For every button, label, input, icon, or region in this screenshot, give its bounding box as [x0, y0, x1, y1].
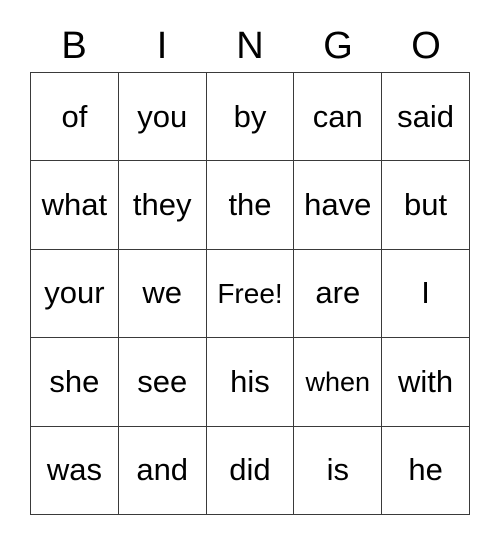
bingo-cell-b3[interactable]: your — [31, 249, 119, 339]
bingo-cell-o1[interactable]: said — [382, 73, 470, 162]
bingo-grid: of you by can said what they the have bu… — [30, 72, 470, 515]
bingo-cell-label: when — [305, 366, 371, 397]
bingo-cell-g2[interactable]: have — [294, 161, 383, 250]
bingo-cell-label: he — [408, 452, 443, 488]
bingo-cell-g4[interactable]: when — [294, 338, 383, 427]
bingo-cell-label: but — [404, 187, 448, 223]
bingo-cell-label: his — [230, 363, 270, 399]
bingo-cell-b1[interactable]: of — [31, 73, 119, 162]
bingo-cell-b2[interactable]: what — [31, 161, 119, 250]
bingo-cell-i3[interactable]: we — [118, 249, 207, 339]
bingo-cell-n1[interactable]: by — [206, 73, 295, 162]
bingo-cell-label: are — [315, 275, 361, 311]
bingo-cell-label: and — [136, 452, 189, 488]
bingo-cell-label: have — [304, 187, 372, 223]
bingo-header-letter-n: N — [236, 25, 264, 67]
bingo-cell-free-space[interactable]: Free! — [206, 249, 295, 339]
bingo-cell-g5[interactable]: is — [294, 426, 383, 515]
bingo-header-letter-b: B — [61, 25, 87, 67]
bingo-cell-label: said — [397, 98, 455, 134]
bingo-cell-i4[interactable]: see — [118, 338, 207, 427]
bingo-cell-o2[interactable]: but — [382, 161, 470, 250]
bingo-cell-i5[interactable]: and — [118, 426, 207, 515]
bingo-cell-label: with — [398, 363, 454, 399]
bingo-cell-i1[interactable]: you — [118, 73, 207, 162]
bingo-cell-n2[interactable]: the — [206, 161, 295, 250]
bingo-cell-label: is — [326, 452, 349, 488]
bingo-header-letter-g: G — [323, 25, 353, 67]
bingo-cell-o4[interactable]: with — [382, 338, 470, 427]
bingo-cell-label: see — [137, 363, 188, 399]
bingo-cell-g1[interactable]: can — [294, 73, 383, 162]
bingo-cell-label: you — [137, 98, 188, 134]
bingo-cell-label: was — [46, 452, 102, 488]
bingo-cell-label: of — [61, 98, 88, 134]
bingo-header-letter-i: I — [156, 25, 168, 67]
bingo-header-row: B I N G O — [30, 22, 470, 70]
bingo-cell-label: what — [41, 187, 108, 223]
bingo-cell-label: we — [142, 275, 183, 311]
bingo-cell-b5[interactable]: was — [31, 426, 119, 515]
bingo-free-space-label: Free! — [217, 277, 283, 309]
bingo-cell-label: can — [312, 98, 363, 134]
bingo-cell-n5[interactable]: did — [206, 426, 295, 515]
bingo-cell-label: by — [233, 98, 267, 134]
bingo-cell-label: did — [229, 452, 271, 488]
bingo-cell-g3[interactable]: are — [294, 249, 383, 339]
bingo-header-letter-o: O — [411, 25, 441, 67]
bingo-cell-label: your — [44, 275, 105, 311]
bingo-cell-b4[interactable]: she — [31, 338, 119, 427]
bingo-cell-label: the — [228, 187, 272, 223]
bingo-cell-i2[interactable]: they — [118, 161, 207, 250]
bingo-cell-o5[interactable]: he — [382, 426, 470, 515]
bingo-cell-label: I — [421, 275, 430, 311]
bingo-cell-label: she — [49, 363, 100, 399]
bingo-cell-o3[interactable]: I — [382, 249, 470, 339]
bingo-cell-n4[interactable]: his — [206, 338, 295, 427]
bingo-cell-label: they — [132, 187, 192, 223]
bingo-card: B I N G O of you by can said what they t… — [0, 0, 500, 544]
